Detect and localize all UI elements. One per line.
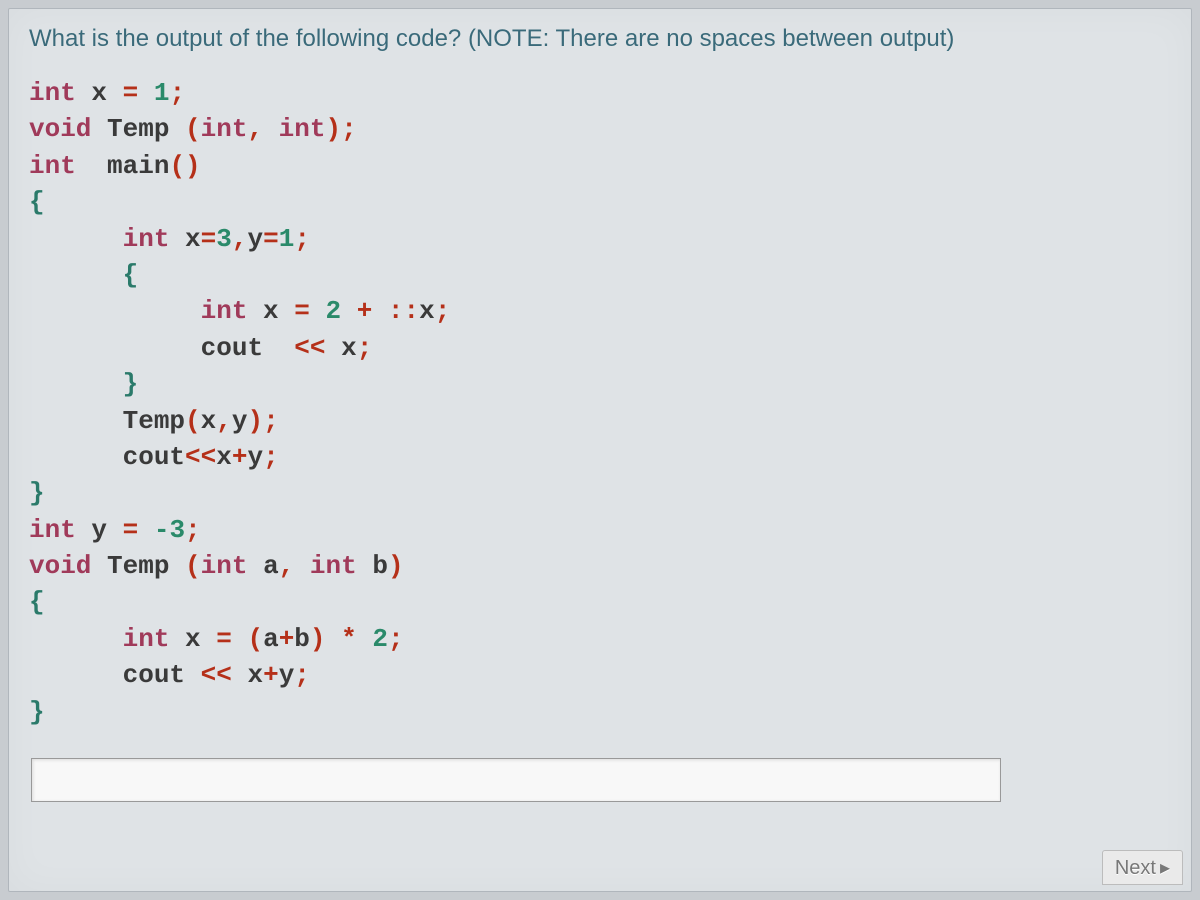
question-text: What is the output of the following code… (29, 25, 1171, 53)
code-line-10: Temp(x,y); (29, 406, 279, 436)
code-line-1: int x = 1; (29, 78, 185, 108)
code-line-6: { (29, 260, 138, 290)
code-line-16: int x = (a+b) * 2; (29, 624, 404, 654)
next-button[interactable]: Next▸ (1102, 850, 1183, 885)
code-line-3: int main() (29, 151, 201, 181)
code-line-18: } (29, 697, 45, 727)
code-block: int x = 1; void Temp (int, int); int mai… (29, 75, 1171, 730)
code-line-15: { (29, 587, 45, 617)
next-label: Next (1115, 857, 1156, 879)
code-line-14: void Temp (int a, int b) (29, 551, 404, 581)
code-line-5: int x=3,y=1; (29, 224, 310, 254)
code-line-12: } (29, 478, 45, 508)
code-line-8: cout << x; (29, 333, 372, 363)
code-line-9: } (29, 369, 138, 399)
code-line-11: cout<<x+y; (29, 442, 279, 472)
quiz-panel: What is the output of the following code… (8, 8, 1192, 892)
code-line-4: { (29, 187, 45, 217)
chevron-right-icon: ▸ (1160, 857, 1170, 879)
code-line-13: int y = -3; (29, 515, 201, 545)
code-line-2: void Temp (int, int); (29, 114, 357, 144)
code-line-7: int x = 2 + ::x; (29, 296, 450, 326)
answer-input[interactable] (31, 758, 1001, 802)
code-line-17: cout << x+y; (29, 660, 310, 690)
